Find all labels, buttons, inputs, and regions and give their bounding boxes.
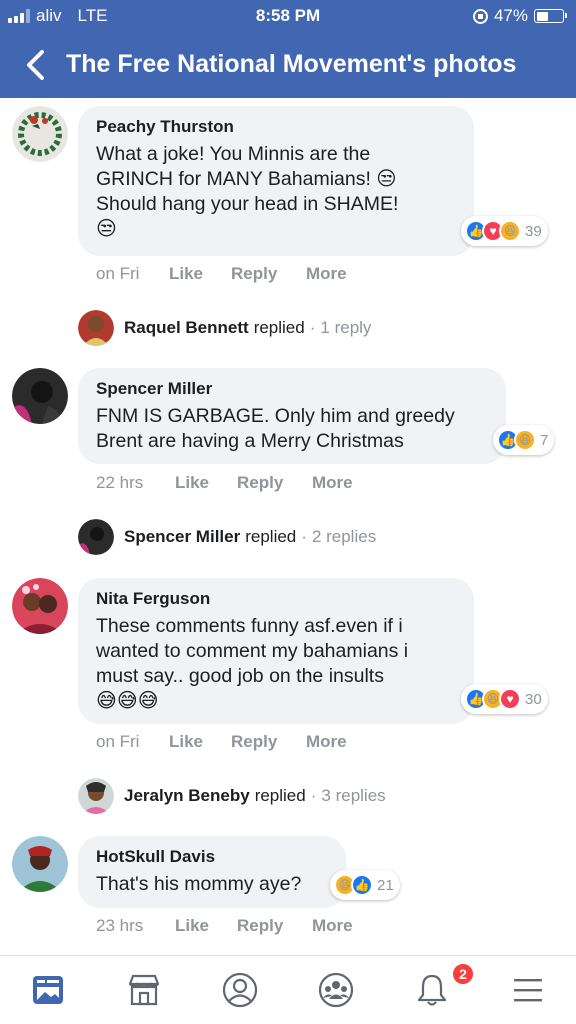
groups-icon [318,972,354,1008]
like-button[interactable]: Like [175,473,237,493]
more-button[interactable]: More [312,473,353,493]
reaction-count: 7 [540,431,549,449]
comment-bubble[interactable]: Spencer Miller FNM IS GARBAGE. Only him … [78,368,506,464]
comment-bubble[interactable]: HotSkull Davis That's his mommy aye? [78,836,346,908]
reply-author[interactable]: Raquel Bennett [124,318,249,338]
replies-link[interactable]: Spencer Miller replied · 2 replies [78,519,376,555]
reply-button[interactable]: Reply [231,264,306,284]
back-button[interactable] [22,48,52,82]
reply-count: 1 reply [320,318,372,337]
like-button[interactable]: Like [175,916,237,936]
reply-count: 3 replies [321,786,386,805]
tab-menu[interactable] [480,956,576,1024]
comment-text-line: must say.. good job on the insults [96,665,384,687]
avatar[interactable] [12,578,68,634]
bell-icon [417,974,447,1006]
reply-button[interactable]: Reply [237,473,312,493]
avatar [78,519,114,555]
reaction-summary[interactable]: 👍 😆 7 [493,425,555,455]
comment-text-line: GRINCH for MANY Bahamians! 😒 [96,168,397,190]
reply-button[interactable]: Reply [237,916,312,936]
reaction-count: 39 [525,222,542,240]
more-button[interactable]: More [306,732,347,752]
reply-verb: replied [254,786,306,805]
tab-marketplace[interactable] [96,956,192,1024]
comment-text-line: wanted to comment my bahamians i [96,640,409,662]
like-button[interactable]: Like [169,732,231,752]
comment-text-line: That's his mommy aye? [96,873,302,895]
comment-text-line: What a joke! You Minnis are the [96,143,371,165]
notification-badge: 2 [451,962,475,986]
avatar [78,778,114,814]
reaction-summary[interactable]: 👍 ♥ 😆 39 [461,216,548,246]
profile-icon [222,972,258,1008]
comment-time: 23 hrs [96,916,144,935]
like-reaction-icon: 👍 [351,874,373,896]
bottom-tab-bar: 2 [0,955,576,1024]
tab-groups[interactable] [288,956,384,1024]
reply-button[interactable]: Reply [231,732,306,752]
comment-text-line: These comments funny asf.even if i [96,615,403,637]
page-header: The Free National Movement's photos [0,34,576,96]
reaction-summary[interactable]: 😆 👍 21 [330,870,400,900]
more-button[interactable]: More [306,264,347,284]
reply-verb: replied [253,318,305,337]
reply-author[interactable]: Spencer Miller [124,527,240,547]
comment-emojis: 😒 [96,218,117,240]
reply-author[interactable]: Jeralyn Beneby [124,786,250,806]
comment-text-line: Should hang your head in SHAME! [96,193,399,215]
comment-time: on Fri [96,264,140,283]
reply-verb: replied [245,527,297,546]
tab-profile[interactable] [192,956,288,1024]
comment-author[interactable]: Nita Ferguson [96,589,456,609]
like-button[interactable]: Like [169,264,231,284]
reaction-summary[interactable]: 👍 😆 ♥ 30 [461,684,548,714]
tab-news-feed[interactable] [0,956,96,1024]
tab-notifications[interactable]: 2 [384,956,480,1024]
comment-author[interactable]: HotSkull Davis [96,847,328,867]
replies-link[interactable]: Jeralyn Beneby replied · 3 replies [78,778,386,814]
battery-icon [534,9,567,23]
comment-bubble[interactable]: Peachy Thurston What a joke! You Minnis … [78,106,474,256]
status-bar: aliv LTE 8:58 PM 47% [0,0,576,32]
comment-time: on Fri [96,732,140,751]
comment-text-line: FNM IS GARBAGE. Only him and greedy [96,405,455,427]
comment-text-line: Brent are having a Merry Christmas [96,430,404,452]
reply-count: 2 replies [311,527,377,546]
comment-author[interactable]: Peachy Thurston [96,117,456,137]
avatar[interactable] [12,106,68,162]
avatar [78,310,114,346]
hamburger-menu-icon [514,979,542,1002]
news-feed-icon [33,976,63,1004]
battery-percent: 47% [493,6,528,25]
avatar[interactable] [12,368,68,424]
reaction-count: 21 [377,876,394,894]
marketplace-icon [128,974,160,1006]
top-bar: aliv LTE 8:58 PM 47% The Free National M… [0,0,576,98]
comment-bubble[interactable]: Nita Ferguson These comments funny asf.e… [78,578,474,724]
avatar[interactable] [12,836,68,892]
chevron-left-icon [27,50,44,80]
comment-emojis: 😅😅😅 [96,690,159,712]
comment-time: 22 hrs [96,473,144,492]
comment-author[interactable]: Spencer Miller [96,379,488,399]
haha-reaction-icon: 😆 [499,220,521,242]
replies-link[interactable]: Raquel Bennett replied · 1 reply [78,310,371,346]
page-title: The Free National Movement's photos [66,50,517,78]
haha-reaction-icon: 😆 [514,429,536,451]
orientation-lock-icon [472,8,488,24]
love-reaction-icon: ♥ [499,688,521,710]
more-button[interactable]: More [312,916,353,936]
reaction-count: 30 [525,690,542,708]
